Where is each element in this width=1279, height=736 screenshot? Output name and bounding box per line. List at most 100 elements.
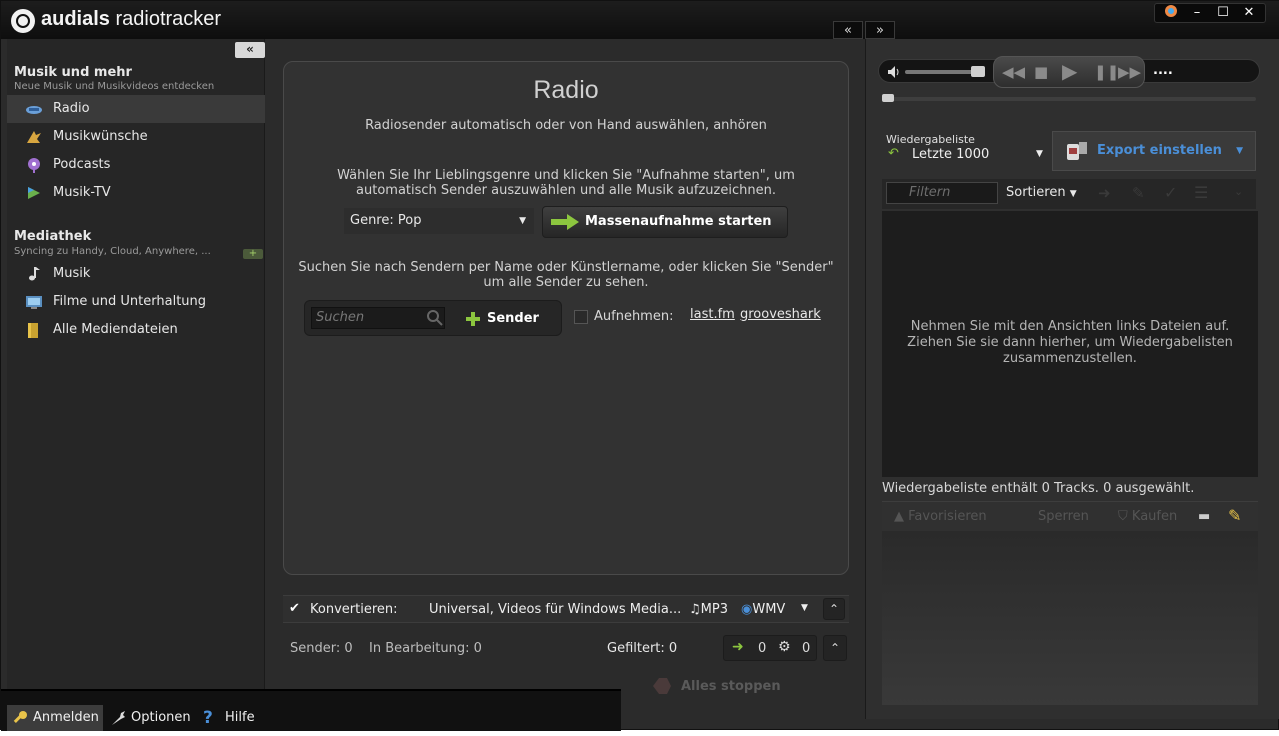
forward-icon[interactable]: ▶▶ [1118, 63, 1141, 81]
mass-record-button[interactable]: Massenaufnahme starten [542, 206, 788, 238]
section-title-music: Musik und mehr [14, 65, 132, 80]
chevron-down-icon: ▼ [519, 216, 526, 226]
chevron-down-icon[interactable]: ⌄ [1234, 185, 1243, 198]
help-button[interactable]: ? Hilfe [199, 705, 255, 731]
search-instructions-line1: Suchen Sie nach Sendern per Name oder Kü… [298, 260, 834, 275]
record-label: Aufnehmen: [594, 309, 674, 324]
app-title-product: radiotracker [115, 8, 222, 30]
collapse-right-panel-button[interactable]: » [865, 21, 895, 39]
green-arrow-icon: ➜ [732, 639, 744, 655]
music-note-icon: ♫ [689, 602, 701, 617]
search-icon[interactable] [427, 310, 443, 326]
convert-label: Konvertieren: [310, 602, 398, 617]
sender-button[interactable]: Sender [461, 305, 557, 333]
pencil-icon[interactable]: ✎ [1228, 506, 1241, 525]
wishlist-icon [27, 131, 41, 143]
add-device-button[interactable]: + [243, 249, 263, 259]
section-subtitle-library: Syncing zu Handy, Cloud, Anywhere, ... [14, 246, 211, 257]
genre-select[interactable]: Genre: Pop ▼ [344, 208, 534, 234]
export-device-icon [1067, 142, 1087, 160]
expand-up-icon[interactable]: ⌃ [823, 598, 845, 620]
convert-profile[interactable]: Universal, Videos für Windows Media... [429, 602, 681, 617]
sidebar-item-label: Podcasts [53, 157, 111, 172]
green-arrow-icon [551, 214, 579, 230]
sidebar-item-label: Musikwünsche [53, 129, 148, 144]
genre-select-value: Genre: Pop [350, 213, 422, 228]
sidebar-item-all-media[interactable]: Alle Mediendateien [7, 316, 265, 344]
playlist-empty-line2: Ziehen Sie sie dann hierher, um Wiederga… [907, 335, 1233, 350]
options-button[interactable]: Optionen [105, 705, 191, 731]
count-arrow: 0 [758, 641, 767, 656]
volume-knob[interactable] [971, 66, 985, 77]
pause-icon[interactable]: ❚❚ [1094, 63, 1119, 81]
format-mp3[interactable]: ♫MP3 [689, 602, 728, 617]
convert-check-icon[interactable]: ✔ [289, 601, 300, 616]
tag-icon[interactable]: ▬ [1198, 509, 1210, 524]
sidebar-item-label: Alle Mediendateien [53, 322, 178, 337]
app-color-icon[interactable] [1161, 4, 1181, 22]
format-wmv[interactable]: ◉WMV [741, 602, 785, 617]
chevron-down-icon: ▼ [1236, 146, 1243, 156]
stop-all-button[interactable]: Alles stoppen [651, 678, 781, 694]
sidebar-item-label: Radio [53, 101, 90, 116]
stop-icon[interactable]: ■ [1034, 63, 1048, 81]
expand-status-icon[interactable]: ⌃ [823, 635, 847, 661]
lastfm-link[interactable]: last.fm [690, 307, 735, 322]
filter-bar: Filtern Sortieren ▼ ➜ ✎ ✓ ☰ ⌄ [882, 179, 1256, 209]
sidebar-item-radio[interactable]: Radio [7, 95, 265, 123]
search-input[interactable]: Suchen [311, 307, 445, 329]
status-filtered: Gefiltert: 0 [607, 641, 678, 656]
minimize-icon[interactable]: – [1187, 4, 1207, 22]
volume-icon[interactable] [887, 65, 901, 79]
help-label: Hilfe [225, 710, 255, 725]
grooveshark-link[interactable]: grooveshark [740, 307, 821, 322]
section-title-library: Mediathek [14, 229, 92, 244]
record-checkbox[interactable] [574, 310, 588, 324]
seek-knob[interactable] [882, 94, 894, 102]
genre-instructions-line2: automatisch Sender auszuwählen und alle … [356, 183, 776, 198]
playlist-area[interactable]: Nehmen Sie mit den Ansichten links Datei… [882, 211, 1258, 477]
app-window: audials radiotracker « » – ☐ ✕ « Musik u… [0, 0, 1279, 731]
playlist-status: Wiedergabeliste enthält 0 Tracks. 0 ausg… [882, 481, 1195, 496]
filter-input[interactable]: Filtern [886, 182, 998, 204]
sort-label: Sortieren [1006, 185, 1066, 200]
folder-icon [28, 323, 38, 338]
export-settings-button[interactable]: Export einstellen ▼ [1052, 131, 1256, 171]
radio-subtitle: Radiosender automatisch oder von Hand au… [365, 118, 767, 133]
thumb-up-icon: ▲ [894, 509, 904, 524]
player-more-button[interactable]: .... [1153, 63, 1173, 78]
sidebar-collapse-button[interactable]: « [235, 42, 265, 58]
sidebar-item-label: Filme und Unterhaltung [53, 294, 207, 309]
sidebar-item-films[interactable]: Filme und Unterhaltung [7, 288, 265, 316]
sort-dropdown[interactable]: Sortieren ▼ [1006, 185, 1077, 200]
chevron-down-icon: ▼ [1069, 189, 1077, 199]
sidebar-item-podcasts[interactable]: Podcasts [7, 151, 265, 179]
seek-bar[interactable] [882, 94, 1256, 102]
rewind-icon[interactable]: ◀◀ [1002, 63, 1025, 81]
sidebar-item-music[interactable]: Musik [7, 260, 265, 288]
list-icon[interactable]: ☰ [1194, 183, 1208, 202]
block-button[interactable]: Sperren [1038, 509, 1089, 524]
film-icon [26, 296, 42, 309]
buy-button[interactable]: ⛉ Kaufen [1118, 509, 1177, 524]
login-button[interactable]: Anmelden [7, 705, 103, 731]
check-icon[interactable]: ✓ [1164, 183, 1177, 202]
sidebar-item-music-tv[interactable]: Musik-TV [7, 179, 265, 207]
collapse-left-panel-button[interactable]: « [833, 21, 863, 39]
close-icon[interactable]: ✕ [1239, 4, 1259, 22]
mass-record-label: Massenaufnahme starten [585, 214, 772, 229]
sidebar-item-wishes[interactable]: Musikwünsche [7, 123, 265, 151]
edit-icon[interactable]: ✎ [1132, 184, 1145, 202]
play-icon[interactable]: ▶ [1062, 59, 1077, 83]
bottom-bar: Anmelden Optionen ? Hilfe [1, 689, 621, 731]
favorite-button[interactable]: ▲ Favorisieren [894, 509, 987, 524]
playlist-icon: ↶ [888, 146, 899, 161]
stop-all-label: Alles stoppen [681, 679, 781, 694]
convert-dropdown-icon[interactable]: ▼ [801, 603, 808, 613]
radio-panel: Radio Radiosender automatisch oder von H… [283, 61, 849, 575]
buy-label: Kaufen [1131, 509, 1178, 524]
convert-bar: ✔ Konvertieren: Universal, Videos für Wi… [283, 595, 849, 623]
volume-slider[interactable] [905, 70, 981, 74]
send-arrow-icon[interactable]: ➜ [1098, 184, 1111, 202]
maximize-icon[interactable]: ☐ [1213, 4, 1233, 22]
